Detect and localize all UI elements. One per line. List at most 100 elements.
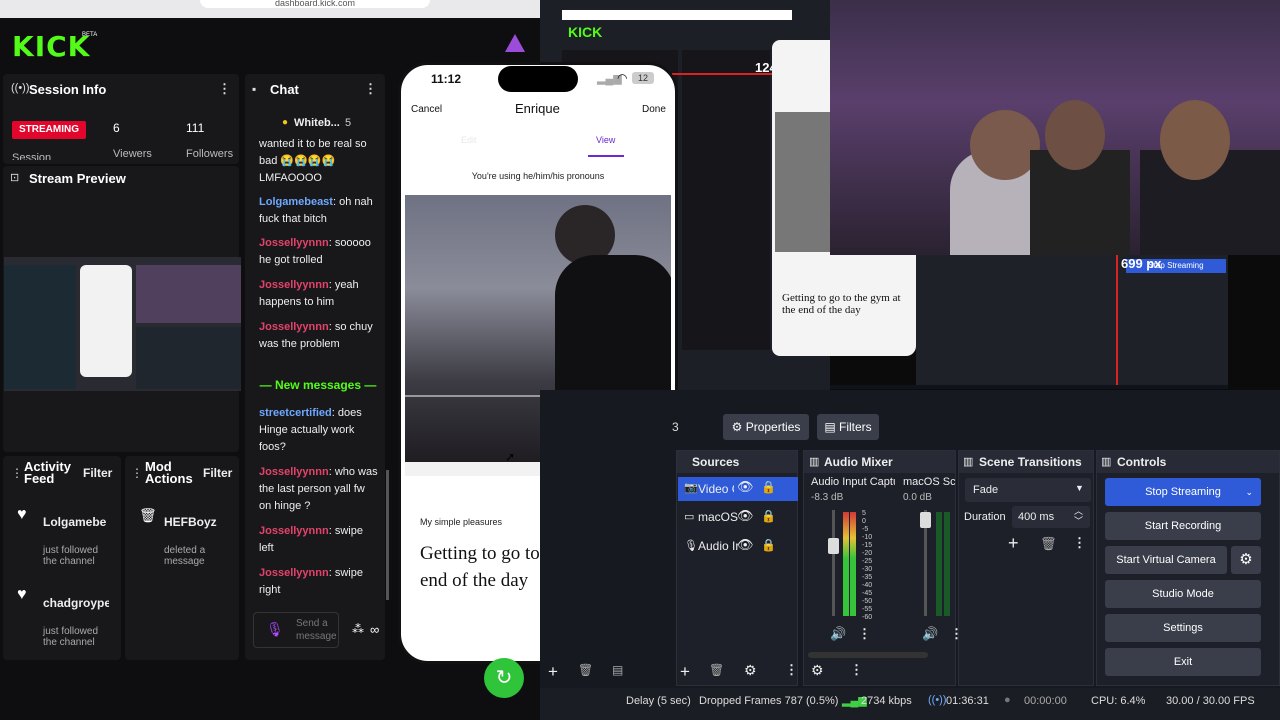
chat-username[interactable]: Jossellyynnn bbox=[259, 279, 329, 291]
lock-icon[interactable]: 🔒 bbox=[761, 480, 776, 494]
source-name[interactable]: Video C bbox=[698, 482, 734, 496]
chat-text: wanted it to be real so bad 😭😭😭😭 LMFAOOO… bbox=[259, 138, 367, 184]
gear-icon: ⚙ bbox=[731, 420, 746, 434]
stream-preview-video[interactable] bbox=[4, 257, 241, 391]
virtual-camera-button[interactable]: Start Virtual Camera bbox=[1105, 546, 1227, 574]
add-scene-icon[interactable]: + bbox=[548, 662, 558, 682]
tab-view[interactable]: View bbox=[596, 135, 615, 145]
transition-menu-icon[interactable]: ⋮ bbox=[1073, 535, 1086, 551]
duration-label: Duration bbox=[964, 511, 1006, 523]
studio-mode-button[interactable]: Studio Mode bbox=[1105, 580, 1261, 608]
chat-scrollbar[interactable] bbox=[386, 470, 389, 600]
channel-1-menu-icon[interactable]: ⋮ bbox=[858, 626, 871, 642]
heart-icon: ♥ bbox=[17, 506, 27, 523]
filters-button[interactable]: ▤ Filters bbox=[817, 414, 879, 440]
wifi-icon: ◠ bbox=[617, 71, 628, 85]
chat-menu-icon[interactable]: ⋮ bbox=[364, 81, 377, 97]
properties-button[interactable]: ⚙ Properties bbox=[723, 414, 809, 440]
mic-icon: 🎙 bbox=[684, 540, 698, 552]
chat-icon: ▪ bbox=[252, 82, 257, 96]
transition-select[interactable]: Fade ▼ bbox=[965, 478, 1091, 502]
stepper-icon[interactable]: ︿ ﹀ bbox=[1074, 506, 1083, 526]
mixer-menu-icon[interactable]: ⋮ bbox=[850, 662, 863, 678]
eye-icon[interactable]: 👁 bbox=[737, 537, 754, 553]
cancel-button[interactable]: Cancel bbox=[411, 104, 442, 115]
speaker-icon[interactable]: 🔊 bbox=[922, 626, 938, 642]
channel-2-db: 0.0 dB bbox=[903, 492, 932, 503]
done-button[interactable]: Done bbox=[642, 104, 666, 115]
channel-1-name: Audio Input Captu bbox=[811, 476, 895, 488]
mixer-icon: ▥ bbox=[809, 456, 820, 468]
source-name[interactable]: macOS bbox=[698, 510, 738, 524]
settings-button[interactable]: Settings bbox=[1105, 614, 1261, 642]
chat-username[interactable]: Jossellyynnn bbox=[259, 237, 329, 249]
dropped-frames: Dropped Frames 787 (0.5%) bbox=[699, 695, 839, 707]
duration-input[interactable]: 400 ms ︿ ﹀ bbox=[1012, 506, 1090, 528]
microphone-icon[interactable]: 🎙 bbox=[266, 621, 284, 638]
chat-placeholder: Send a message bbox=[296, 618, 337, 642]
channel-1-fader[interactable] bbox=[828, 538, 839, 554]
mod-filter-button[interactable]: Filter bbox=[203, 466, 232, 480]
chat-username[interactable]: Jossellyynnn bbox=[259, 321, 329, 333]
refresh-icon[interactable]: ↻ bbox=[484, 658, 524, 698]
tab-edit[interactable]: Edit bbox=[461, 135, 477, 145]
chat-message: Jossellyynnn: sooooo he got trolled bbox=[259, 235, 379, 269]
eye-icon[interactable]: 👁 bbox=[737, 479, 754, 495]
preview-icon: ⊡ bbox=[10, 172, 20, 184]
chat-username[interactable]: Lolgamebeast bbox=[259, 196, 333, 208]
live-time: 01:36:31 bbox=[946, 695, 989, 707]
tab-underline bbox=[588, 155, 624, 157]
gear-icon[interactable]: ⚙ bbox=[1231, 546, 1261, 574]
stream-delay: Delay (5 sec) bbox=[626, 695, 691, 707]
emote-icon[interactable]: ⁂ bbox=[352, 622, 364, 636]
channel-1-meter-r bbox=[850, 512, 856, 616]
properties-label: Properties bbox=[745, 420, 801, 434]
kick-logo[interactable]: KICK bbox=[12, 30, 90, 63]
chat-username[interactable]: streetcertified bbox=[259, 407, 332, 419]
phone-time: 11:12 bbox=[431, 72, 462, 86]
source-name[interactable]: Audio Ir bbox=[698, 539, 739, 553]
chevron-down-icon[interactable]: ⌄ bbox=[1245, 478, 1253, 506]
chat-username[interactable]: Jossellyynnn bbox=[259, 525, 329, 537]
speaker-icon[interactable]: 🔊 bbox=[830, 626, 846, 642]
eye-icon[interactable]: 👁 bbox=[737, 508, 754, 524]
chat-message: streetcertified: does Hinge actually wor… bbox=[259, 405, 379, 456]
activity-filter-button[interactable]: Filter bbox=[83, 466, 112, 480]
infinity-icon[interactable]: ∞ bbox=[370, 622, 379, 637]
nested-prompt: Getting to go to the gym at the end of t… bbox=[782, 292, 901, 316]
transitions-title: Scene Transitions bbox=[959, 451, 1093, 473]
url-field[interactable]: dashboard.kick.com bbox=[200, 0, 430, 8]
streaming-badge: STREAMING bbox=[12, 121, 86, 139]
source-settings-icon[interactable]: ⚙ bbox=[744, 662, 757, 679]
add-source-icon[interactable]: + bbox=[680, 662, 690, 682]
pinned-user[interactable]: Whiteb... bbox=[294, 117, 340, 129]
session-menu-icon[interactable]: ⋮ bbox=[218, 81, 231, 97]
heart-icon: ♥ bbox=[17, 586, 27, 603]
mixer-settings-icon[interactable]: ⚙ bbox=[811, 662, 824, 679]
extension-icon[interactable] bbox=[505, 34, 525, 52]
stop-streaming-button[interactable]: Stop Streaming ⌄ bbox=[1105, 478, 1261, 506]
activity-user[interactable]: Lolgamebe bbox=[43, 515, 109, 529]
lock-icon[interactable]: 🔒 bbox=[761, 538, 776, 552]
remove-scene-icon[interactable]: 🗑 bbox=[578, 663, 593, 677]
trash-icon[interactable]: 🗑 bbox=[1040, 536, 1057, 552]
lock-icon[interactable]: 🔒 bbox=[761, 509, 776, 523]
mixer-scrollbar[interactable] bbox=[808, 652, 928, 658]
mod-title: Mod Actions bbox=[145, 459, 193, 486]
activity-user[interactable]: chadgroype bbox=[43, 596, 109, 610]
chat-username[interactable]: Jossellyynnn bbox=[259, 567, 329, 579]
webcam-feed bbox=[830, 0, 1280, 255]
chevron-down-icon: ▼ bbox=[1075, 483, 1084, 493]
remove-source-icon[interactable]: 🗑 bbox=[709, 663, 724, 677]
scene-fragment: 3 bbox=[672, 420, 679, 434]
source-menu-icon[interactable]: ⋮ bbox=[785, 662, 798, 678]
exit-button[interactable]: Exit bbox=[1105, 648, 1261, 676]
mod-user[interactable]: HEFBoyz bbox=[164, 515, 230, 529]
chat-input[interactable]: 🎙 Send a message bbox=[253, 612, 339, 648]
scene-filter-icon[interactable]: ▤ bbox=[612, 663, 623, 677]
channel-2-fader[interactable] bbox=[920, 512, 931, 528]
add-icon[interactable]: + bbox=[1008, 533, 1019, 554]
viewers-label: Viewers bbox=[113, 148, 152, 160]
start-recording-button[interactable]: Start Recording bbox=[1105, 512, 1261, 540]
chat-username[interactable]: Jossellyynnn bbox=[259, 466, 329, 478]
